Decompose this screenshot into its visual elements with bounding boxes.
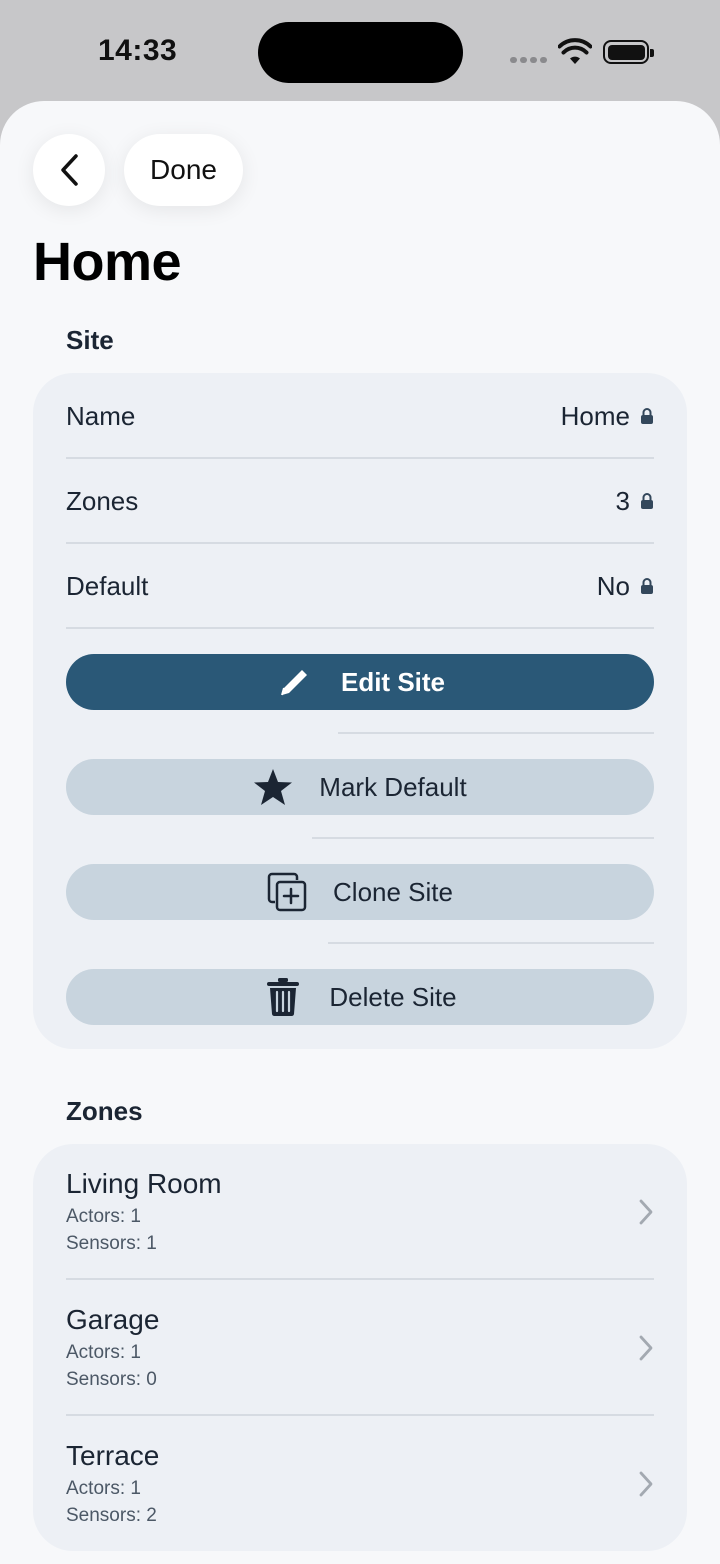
row-label: Zones xyxy=(66,485,139,516)
clone-site-button[interactable]: Clone Site xyxy=(66,864,654,920)
divider xyxy=(338,732,654,734)
row-value: 3 xyxy=(615,485,630,516)
sheet: Done Home Site Name Home Zones 3 Default… xyxy=(0,101,720,1564)
site-row-name: Name Home xyxy=(66,375,654,459)
dynamic-island xyxy=(258,22,463,83)
zone-actors: Actors: 1 xyxy=(66,1342,141,1363)
zones-card: Living Room Actors: 1 Sensors: 1 Garage … xyxy=(33,1144,687,1551)
zone-sensors: Sensors: 0 xyxy=(66,1369,157,1390)
star-icon xyxy=(253,767,293,807)
status-bar: 14:33 xyxy=(0,0,720,104)
site-row-zones: Zones 3 xyxy=(66,460,654,544)
chevron-right-icon xyxy=(639,1199,653,1225)
lock-icon xyxy=(641,493,653,509)
zones-section-header: Zones xyxy=(66,1096,143,1126)
trash-icon xyxy=(263,977,303,1017)
divider xyxy=(312,837,654,839)
zone-row-terrace[interactable]: Terrace Actors: 1 Sensors: 2 xyxy=(66,1416,654,1552)
battery-icon xyxy=(603,40,654,64)
row-value: Home xyxy=(560,400,630,431)
chevron-right-icon xyxy=(639,1335,653,1361)
chevron-left-icon xyxy=(61,154,78,186)
wifi-icon xyxy=(558,38,592,64)
site-section-header: Site xyxy=(66,325,114,355)
zone-name: Living Room xyxy=(66,1168,222,1199)
zone-sensors: Sensors: 1 xyxy=(66,1233,157,1254)
status-time: 14:33 xyxy=(98,34,178,67)
divider xyxy=(328,942,654,944)
zone-name: Terrace xyxy=(66,1440,160,1471)
pencil-icon xyxy=(275,662,315,702)
clone-icon xyxy=(267,872,307,912)
cellular-signal-icon xyxy=(510,57,548,65)
zone-row-living-room[interactable]: Living Room Actors: 1 Sensors: 1 xyxy=(66,1144,654,1280)
zone-row-garage[interactable]: Garage Actors: 1 Sensors: 0 xyxy=(66,1280,654,1416)
back-button[interactable] xyxy=(33,134,105,206)
lock-icon xyxy=(641,408,653,424)
zone-actors: Actors: 1 xyxy=(66,1206,141,1227)
lock-icon xyxy=(641,578,653,594)
site-row-default: Default No xyxy=(66,545,654,629)
clone-site-label: Clone Site xyxy=(333,876,453,907)
site-card: Name Home Zones 3 Default No Edit Site M… xyxy=(33,373,687,1049)
chevron-right-icon xyxy=(639,1471,653,1497)
mark-default-label: Mark Default xyxy=(319,771,467,802)
zone-sensors: Sensors: 2 xyxy=(66,1505,157,1526)
row-label: Default xyxy=(66,570,149,601)
delete-site-button[interactable]: Delete Site xyxy=(66,969,654,1025)
row-label: Name xyxy=(66,400,136,431)
zone-name: Garage xyxy=(66,1304,160,1335)
edit-site-button[interactable]: Edit Site xyxy=(66,654,654,710)
row-value: No xyxy=(596,570,630,601)
page-title: Home xyxy=(33,232,182,292)
edit-site-label: Edit Site xyxy=(340,666,445,697)
done-button[interactable]: Done xyxy=(124,134,243,206)
delete-site-label: Delete Site xyxy=(329,981,457,1012)
zone-actors: Actors: 1 xyxy=(66,1478,141,1499)
mark-default-button[interactable]: Mark Default xyxy=(66,759,654,815)
